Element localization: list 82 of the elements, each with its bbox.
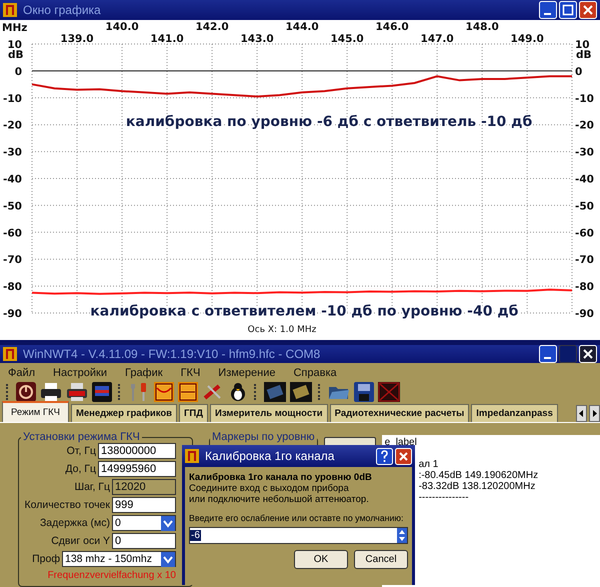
tab[interactable]: ГПД <box>179 404 208 422</box>
dialog-button[interactable]: Cancel <box>354 550 408 569</box>
axis-label: 141.0 <box>150 33 184 45</box>
axis-label: -10 <box>3 92 22 105</box>
axis-label: 10 <box>7 39 22 51</box>
axis-title: Ось X: 1.0 MHz <box>248 325 316 335</box>
log-line: ал 1 <box>418 459 438 470</box>
axis-label: -60 <box>575 227 594 240</box>
axis-label: -90 <box>3 308 22 320</box>
axis-label: 146.0 <box>376 21 409 33</box>
menu-item[interactable]: Измерение <box>218 366 276 379</box>
axis-label: -40 <box>3 174 22 186</box>
chart-annotation: калибровка с ответвителем -10 дб по уровню -40 дб <box>90 304 518 320</box>
dialog-text: Соедините вход с выходом прибора <box>189 483 350 494</box>
axis-label: 140.0 <box>105 21 139 33</box>
field-label: От, Гц <box>66 445 96 457</box>
field-label: Сдвиг оси Y <box>51 535 110 547</box>
dropdown[interactable]: 138 mhz - 150mhz <box>62 551 176 567</box>
axis-label: -20 <box>575 120 594 132</box>
log-line: e_label <box>384 437 417 448</box>
dialog-prompt: Введите его ослабление или оставте по умолчанию: <box>189 513 404 523</box>
log-line: --------------- <box>418 492 469 503</box>
log-line: -83.32dB 138.120200MHz <box>418 481 536 492</box>
spin-box[interactable]: -6 <box>189 527 408 544</box>
input-field[interactable]: 999 <box>112 497 176 513</box>
menu-item[interactable]: Файл <box>8 366 36 379</box>
warning-text: Frequenzvervielfachung x 10 <box>46 570 176 581</box>
menu-item[interactable]: Настройки <box>53 366 107 379</box>
axis-label: -90 <box>575 308 594 320</box>
tab[interactable]: Измеритель мощности <box>210 404 328 422</box>
field-label: До, Гц <box>65 463 96 475</box>
axis-label: 0 <box>14 66 22 78</box>
dropdown[interactable]: 0 <box>112 515 176 531</box>
window-title: WinNWT4 - V.4.11.09 - FW:1.19:V10 - hfm9.hfc - COM8 <box>23 347 320 362</box>
axis-label: 144.0 <box>285 21 319 33</box>
dialog-button[interactable]: OK <box>294 550 348 569</box>
field-label: Проф <box>32 553 60 565</box>
dialog-title: Калибровка 1го канала <box>205 449 334 463</box>
axis-label: 148.0 <box>466 21 499 33</box>
axis-label: -80 <box>575 281 594 294</box>
axis-label: -40 <box>575 174 594 186</box>
menu-item[interactable]: График <box>124 366 163 379</box>
tab[interactable]: Режим ГКЧ <box>2 401 69 422</box>
axis-label: -30 <box>3 146 22 159</box>
input-field[interactable]: 149995960 <box>98 461 176 477</box>
tab[interactable]: Impedanzanpass <box>471 404 558 422</box>
field-label: Количество точек <box>24 499 110 511</box>
tab[interactable]: Радиотехнические расчеты <box>330 404 470 422</box>
axis-unit: dB <box>576 49 592 61</box>
menu-item[interactable]: Справка <box>293 366 337 379</box>
tab[interactable]: Менеджер графиков <box>70 404 178 422</box>
axis-label: -60 <box>3 227 22 240</box>
axis-label: 10 <box>575 39 590 51</box>
axis-label: -30 <box>575 146 594 159</box>
chart-annotation: калибровка по уровню -6 дб с ответвитель -10 дб <box>126 114 532 130</box>
axis-label: 142.0 <box>195 21 229 33</box>
log-line: :-80.45dB 149.190620MHz <box>418 470 538 481</box>
input-field[interactable]: 138000000 <box>98 443 176 459</box>
axis-label: 139.0 <box>60 33 94 45</box>
axis-title: dB <box>8 49 24 61</box>
axis-label: -70 <box>575 254 594 266</box>
menu-item[interactable]: ГКЧ <box>180 366 200 379</box>
group-title: Маркеры по уровню <box>211 431 316 443</box>
group-title: Установки режима ГКЧ <box>22 431 141 443</box>
axis-label: -50 <box>575 200 594 212</box>
axis-label: 145.0 <box>330 33 364 45</box>
axis-label: 143.0 <box>240 33 274 45</box>
field-label: Задержка (мс) <box>40 517 110 529</box>
input-field[interactable]: 0 <box>112 533 176 549</box>
axis-label: 147.0 <box>420 33 454 45</box>
axis-label: -50 <box>3 200 22 212</box>
dialog-heading: Калибровка 1го канала по уровню 0dB <box>189 472 373 483</box>
axis-label: -10 <box>575 92 594 105</box>
window-title: Окно графика <box>23 3 101 17</box>
field-label: Шаг, Гц <box>74 481 110 493</box>
dialog-text: или подключите небольшой аттенюатор. <box>189 494 370 505</box>
axis-label: -70 <box>3 254 22 266</box>
axis-label: 149.0 <box>510 33 544 45</box>
axis-label: 0 <box>575 66 582 78</box>
axis-unit: MHz <box>2 22 28 34</box>
axis-label: -20 <box>3 120 22 132</box>
axis-label: -80 <box>3 281 22 294</box>
